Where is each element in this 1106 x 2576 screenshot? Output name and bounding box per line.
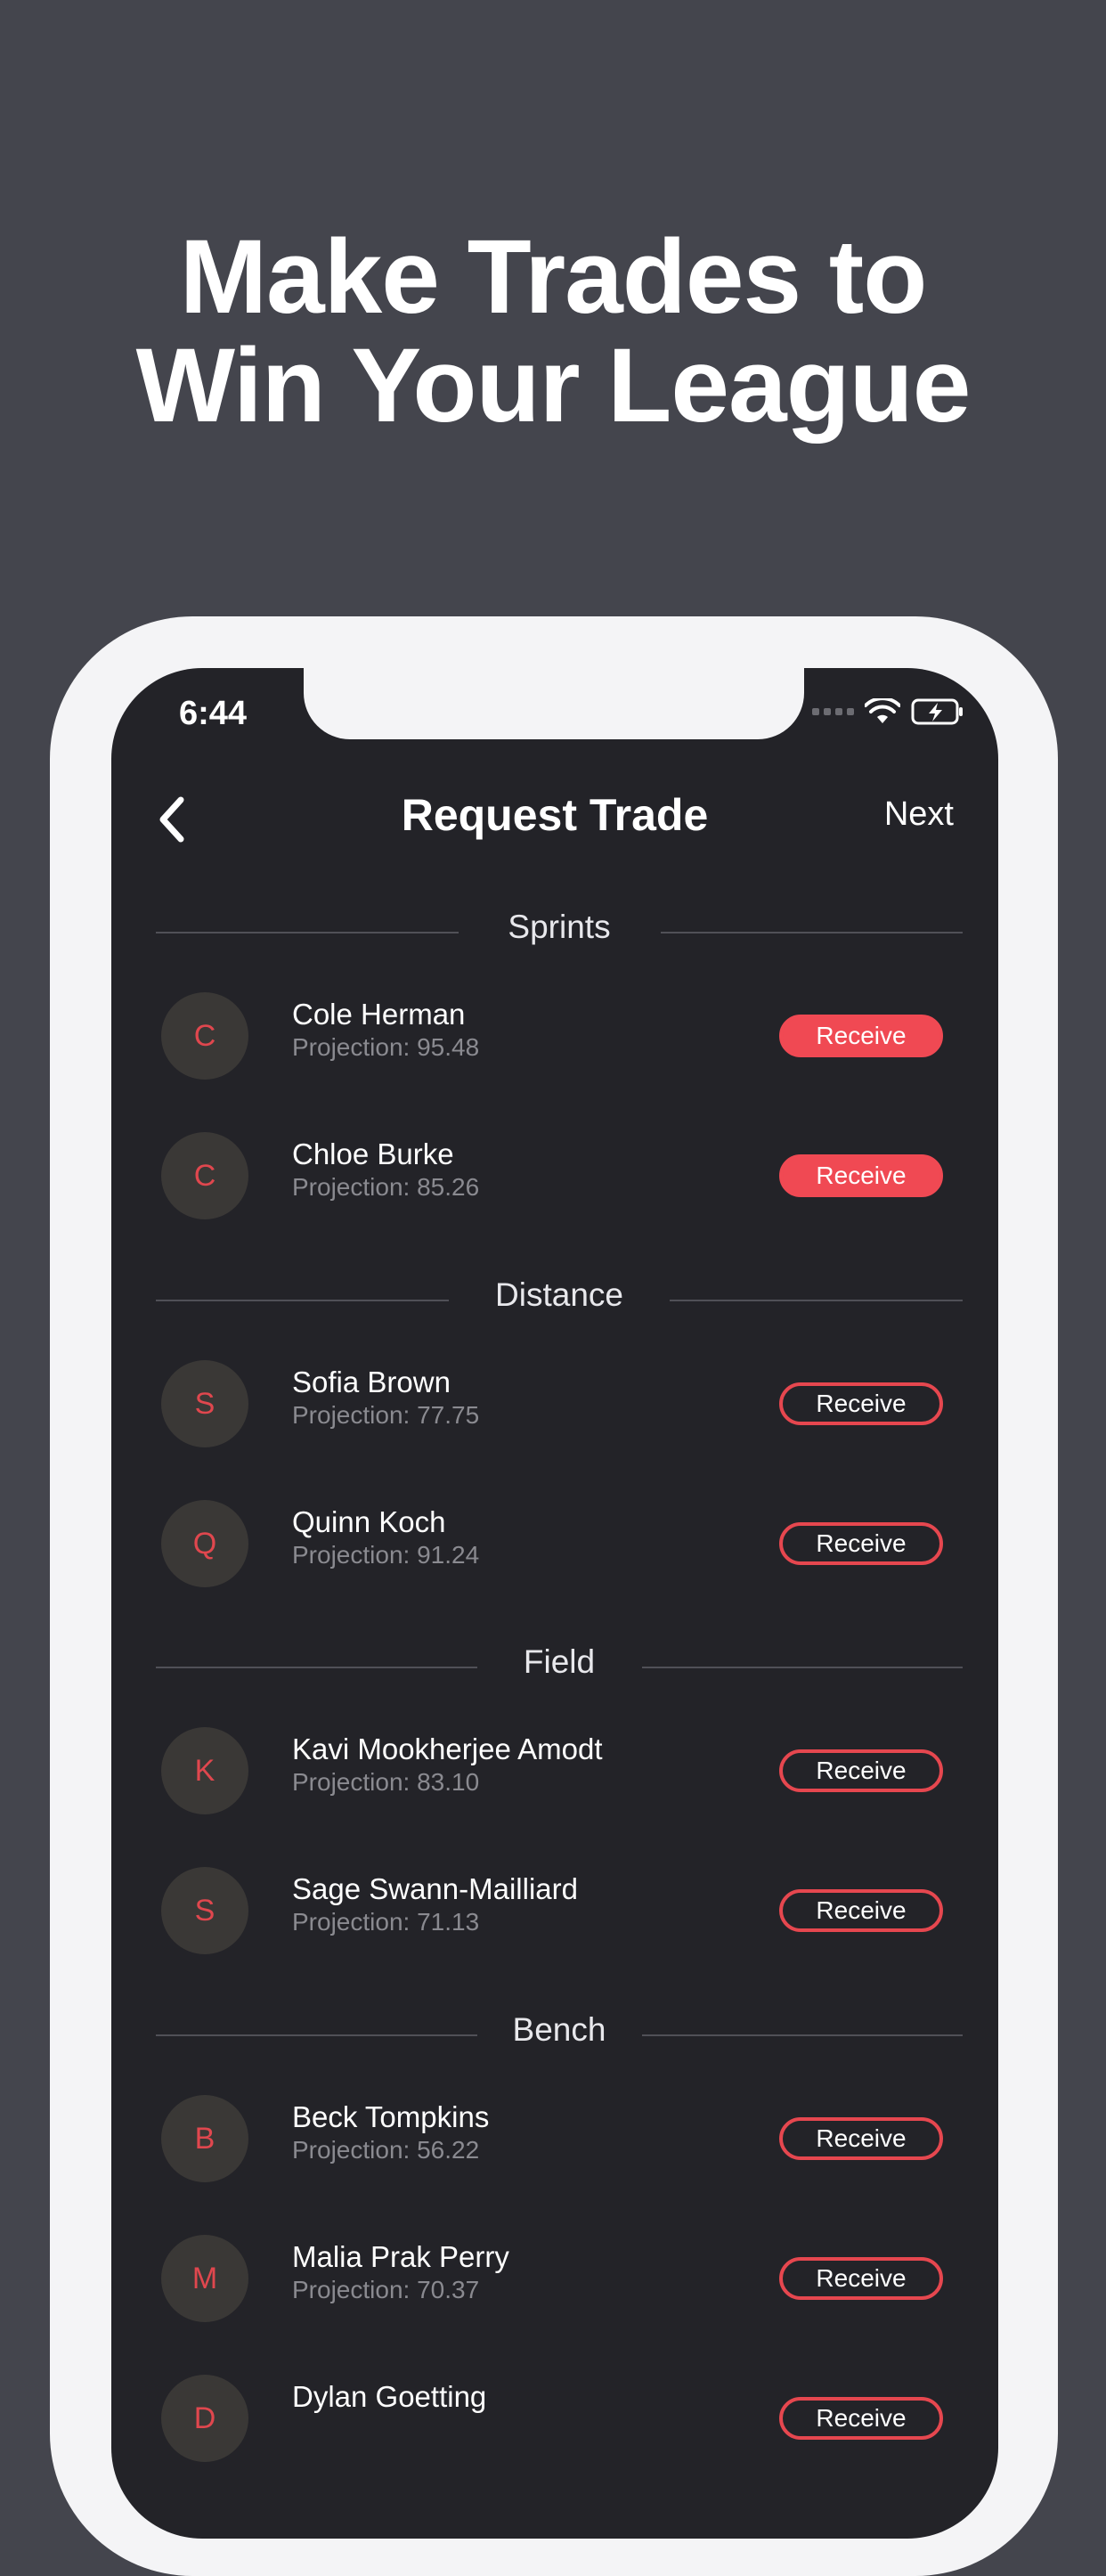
avatar: Q (161, 1500, 248, 1587)
player-name: Malia Prak Perry (292, 2240, 509, 2273)
player-row[interactable]: D Dylan Goetting Receive (111, 2369, 998, 2467)
avatar: C (161, 992, 248, 1080)
player-projection: Projection: 77.75 (292, 1401, 480, 1429)
player-projection: Projection: 83.10 (292, 1768, 480, 1796)
player-row[interactable]: C Chloe Burke Projection: 85.26 Receive (111, 1127, 998, 1225)
section-header: Sprints (156, 909, 963, 953)
player-name: Sage Swann-Mailliard (292, 1872, 578, 1905)
player-projection: Projection: 70.37 (292, 2276, 480, 2303)
player-name: Dylan Goetting (292, 2380, 487, 2413)
notch (304, 668, 804, 739)
avatar: S (161, 1360, 248, 1447)
receive-button[interactable]: Receive (779, 1522, 943, 1565)
wifi-icon (865, 698, 900, 723)
divider (660, 932, 963, 933)
player-name: Beck Tompkins (292, 2100, 490, 2133)
section-header: Bench (156, 2011, 963, 2056)
player-row[interactable]: S Sage Swann-Mailliard Projection: 71.13 Re… (111, 1862, 998, 1960)
player-projection: Projection: 71.13 (292, 1908, 480, 1936)
receive-button[interactable]: Receive (779, 1015, 943, 1057)
avatar: B (161, 2095, 248, 2182)
headline-line-2: Win Your League (135, 327, 972, 444)
player-name: Kavi Mookherjee Amodt (292, 1732, 603, 1765)
divider (670, 1300, 963, 1301)
phone-screen: 6:44 Request Trade Next Sprints C Cole Her… (111, 668, 998, 2539)
page-title: Request Trade (401, 790, 709, 840)
section-header: Field (156, 1643, 963, 1688)
avatar: M (161, 2235, 248, 2322)
next-button[interactable]: Next (884, 795, 954, 834)
player-row[interactable]: C Cole Herman Projection: 95.48 Receive (111, 987, 998, 1085)
section-title: Field (523, 1643, 596, 1680)
player-projection: Projection: 91.24 (292, 1541, 480, 1569)
divider (641, 2034, 963, 2036)
avatar: C (161, 1132, 248, 1219)
section-title: Bench (512, 2011, 606, 2048)
signal-icon (812, 708, 854, 715)
player-name: Sofia Brown (292, 1365, 451, 1398)
player-name: Chloe Burke (292, 1137, 454, 1170)
receive-button[interactable]: Receive (779, 2397, 943, 2440)
avatar: S (161, 1867, 248, 1954)
player-name: Cole Herman (292, 998, 466, 1031)
player-projection: Projection: 95.48 (292, 1033, 480, 1061)
player-row[interactable]: Q Quinn Koch Projection: 91.24 Receive (111, 1495, 998, 1593)
section-header: Distance (156, 1276, 963, 1321)
player-row[interactable]: K Kavi Mookherjee Amodt Projection: 83.10 R… (111, 1722, 998, 1820)
section-title: Distance (495, 1276, 623, 1313)
receive-button[interactable]: Receive (779, 1154, 943, 1197)
player-projection: Projection: 85.26 (292, 1173, 480, 1201)
player-row[interactable]: B Beck Tompkins Projection: 56.22 Receive (111, 2090, 998, 2188)
player-row[interactable]: M Malia Prak Perry Projection: 70.37 Receiv… (111, 2230, 998, 2327)
player-name: Quinn Koch (292, 1505, 446, 1538)
receive-button[interactable]: Receive (779, 1749, 943, 1792)
avatar: K (161, 1727, 248, 1814)
status-icons (812, 698, 964, 725)
avatar: D (161, 2375, 248, 2462)
receive-button[interactable]: Receive (779, 1889, 943, 1932)
divider (641, 1667, 963, 1668)
battery-charging-icon (911, 698, 963, 725)
status-time: 6:44 (179, 695, 248, 732)
player-row[interactable]: S Sofia Brown Projection: 77.75 Receive (111, 1355, 998, 1453)
receive-button[interactable]: Receive (779, 2257, 943, 2300)
receive-button[interactable]: Receive (779, 1382, 943, 1425)
receive-button[interactable]: Receive (779, 2117, 943, 2160)
section-title: Sprints (508, 909, 611, 945)
player-projection: Projection: 56.22 (292, 2136, 480, 2164)
headline: Make Trades to Win Your League (0, 223, 1106, 440)
headline-line-1: Make Trades to (179, 218, 928, 336)
